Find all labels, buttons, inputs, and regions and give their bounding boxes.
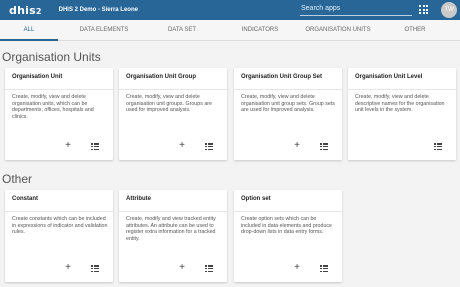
card-title: Organisation Unit — [12, 74, 63, 80]
add-icon[interactable]: + — [177, 141, 187, 151]
tab-all[interactable]: ALL — [0, 20, 58, 40]
logo-superscript: 2 — [35, 6, 42, 16]
card-organisation-unit-group-set[interactable]: Organisation Unit Group Set Create, modi… — [234, 68, 342, 160]
add-icon[interactable]: + — [63, 141, 73, 151]
card-organisation-unit-group[interactable]: Organisation Unit Group Create, modify, … — [119, 68, 227, 160]
card-description: Create option sets which can be included… — [241, 216, 332, 235]
list-icon[interactable] — [91, 143, 99, 150]
card-description: Create, modify, view and delete descript… — [355, 94, 445, 113]
card-title: Constant — [12, 196, 38, 202]
card-constant[interactable]: Constant Create constants which can be i… — [5, 190, 113, 282]
section-tabs: ALL DATA ELEMENTS DATA SET INDICATORS OR… — [0, 20, 460, 41]
card-divider — [119, 211, 227, 212]
add-icon[interactable]: + — [292, 263, 302, 273]
list-icon[interactable] — [205, 143, 213, 150]
card-divider — [5, 89, 113, 90]
section-title-organisation-units: Organisation Units — [2, 50, 101, 64]
list-icon[interactable] — [91, 265, 99, 272]
tab-data-set[interactable]: DATA SET — [150, 20, 214, 40]
dhis2-logo[interactable]: dhis2 — [9, 4, 42, 17]
card-divider — [234, 89, 342, 90]
tab-indicators[interactable]: INDICATORS — [214, 20, 306, 40]
header-bar: dhis2 DHIS 2 Demo - Sierra Leone Search … — [0, 0, 460, 20]
list-icon[interactable] — [205, 265, 213, 272]
card-description: Create, modify and view tracked entity a… — [126, 216, 216, 242]
search-apps-input[interactable]: Search apps — [300, 3, 412, 16]
add-icon[interactable]: + — [177, 263, 187, 273]
card-attribute[interactable]: Attribute Create, modify and view tracke… — [119, 190, 227, 282]
card-organisation-unit[interactable]: Organisation Unit Create, modify, view a… — [5, 68, 113, 160]
card-divider — [348, 89, 456, 90]
active-tab-indicator — [0, 39, 58, 41]
section-title-other: Other — [2, 172, 33, 186]
card-divider — [234, 211, 342, 212]
tab-other[interactable]: OTHER — [383, 20, 447, 40]
card-title: Organisation Unit Group — [126, 74, 196, 80]
card-title: Option set — [241, 196, 271, 202]
tab-organisation-units[interactable]: ORGANISATION UNITS — [296, 20, 380, 40]
logo-text: dhis — [9, 3, 36, 17]
card-title: Attribute — [126, 196, 151, 202]
list-icon[interactable] — [320, 265, 328, 272]
apps-grid-icon[interactable] — [419, 5, 428, 14]
card-title: Organisation Unit Level — [355, 74, 423, 80]
card-organisation-unit-level[interactable]: Organisation Unit Level Create, modify, … — [348, 68, 456, 160]
add-icon[interactable]: + — [292, 141, 302, 151]
list-icon[interactable] — [434, 143, 442, 150]
add-icon[interactable]: + — [63, 263, 73, 273]
card-description: Create constants which can be included i… — [12, 216, 108, 235]
card-divider — [119, 89, 227, 90]
card-divider — [5, 211, 113, 212]
card-description: Create, modify, view and delete organisa… — [241, 94, 335, 113]
tab-data-elements[interactable]: DATA ELEMENTS — [58, 20, 150, 40]
card-description: Create, modify, view and delete organisa… — [126, 94, 212, 113]
instance-title: DHIS 2 Demo - Sierra Leone — [58, 7, 138, 13]
profile-avatar[interactable]: TW — [441, 2, 457, 18]
list-icon[interactable] — [320, 143, 328, 150]
card-description: Create, modify, view and delete organisa… — [12, 94, 94, 120]
card-title: Organisation Unit Group Set — [241, 74, 323, 80]
card-option-set[interactable]: Option set Create option sets which can … — [234, 190, 342, 282]
